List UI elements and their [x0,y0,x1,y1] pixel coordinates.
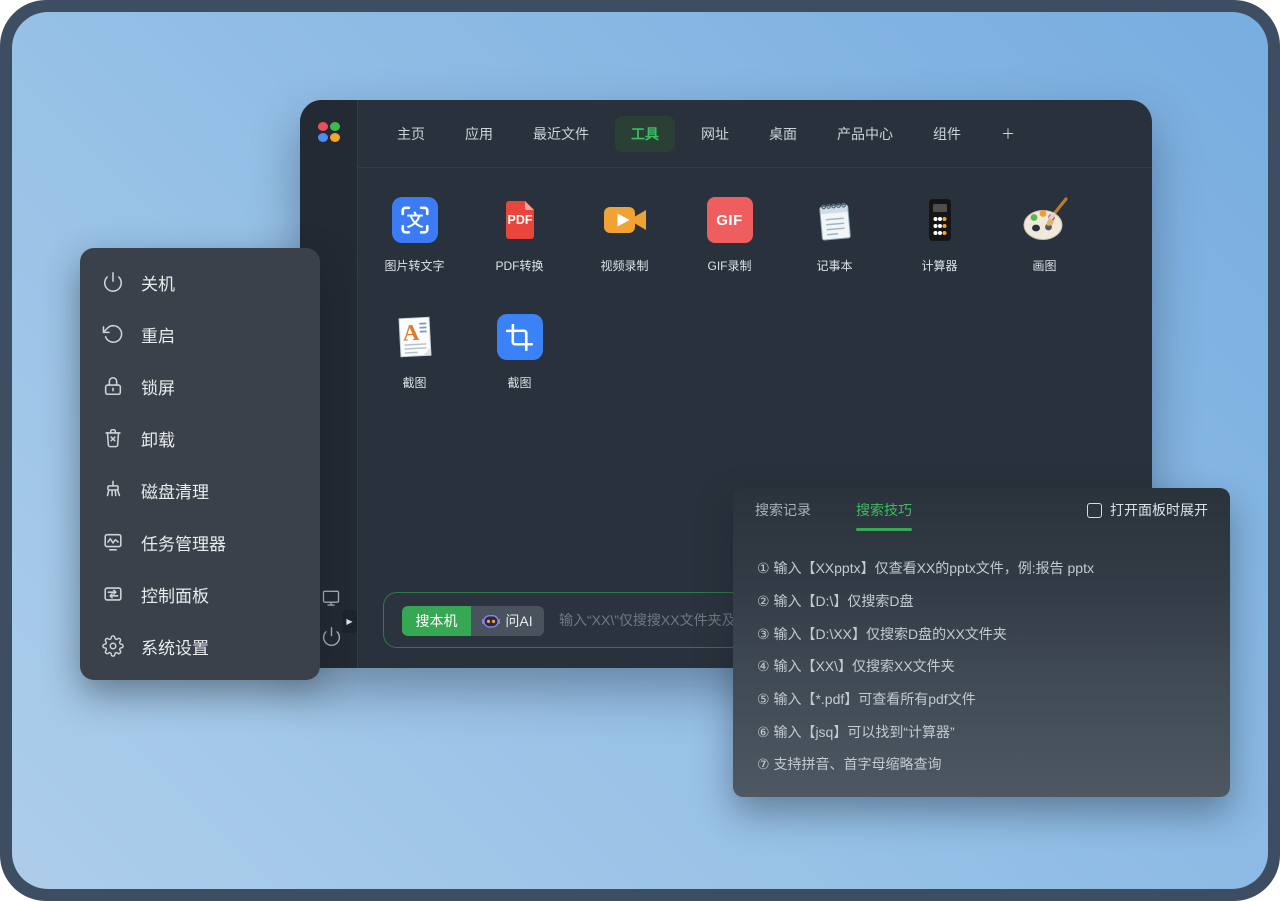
search-tips-panel: 搜索记录 搜索技巧 打开面板时展开 ① 输入【XXpptx】仅查看XX的pptx… [733,488,1230,797]
wordpad-screenshot-icon: A [391,313,439,361]
search-mode-switch: 搜本机 问AI [402,606,544,636]
task-manager-icon [102,531,124,553]
tab-urls[interactable]: 网址 [701,124,729,144]
tip-item: ⑦ 支持拼音、首字母缩略查询 [757,748,1212,781]
gear-icon [102,635,124,657]
tips-list: ① 输入【XXpptx】仅查看XX的pptx文件，例:报告 pptx ② 输入【… [757,552,1212,781]
tool-video-record[interactable]: 视频录制 [572,196,677,274]
tab-tools[interactable]: 工具 [615,116,675,152]
ai-robot-icon [482,614,500,629]
tab-search-history[interactable]: 搜索记录 [755,500,811,520]
tool-label: 视频录制 [600,257,648,274]
tools-grid-row-1: 文 图片转文字 PDF PDF转换 [362,196,1097,274]
tip-item: ③ 输入【D:\XX】仅搜索D盘的XX文件夹 [757,617,1212,650]
tool-pdf-convert[interactable]: PDF PDF转换 [467,196,572,274]
video-record-icon [601,196,649,244]
tip-item: ⑥ 输入【jsq】可以找到“计算器” [757,715,1212,748]
svg-text:PDF: PDF [507,213,532,227]
tab-apps[interactable]: 应用 [465,124,493,144]
expand-on-open-option[interactable]: 打开面板时展开 [1087,500,1208,520]
tab-widgets[interactable]: 组件 [933,124,961,144]
tip-item: ⑤ 输入【*.pdf】可查看所有pdf文件 [757,683,1212,716]
notepad-icon [811,196,859,244]
lock-icon [102,375,124,397]
menu-item-shutdown[interactable]: 关机 [80,256,320,308]
svg-text:文: 文 [406,210,423,230]
menu-item-task-manager[interactable]: 任务管理器 [80,516,320,568]
menu-item-control-panel[interactable]: 控制面板 [80,568,320,620]
tab-desktop[interactable]: 桌面 [769,124,797,144]
tab-add[interactable]: ＋ [1001,124,1015,144]
right-arrow-icon: ▶ [346,618,352,626]
restart-icon [102,323,124,345]
sidebar-power-icon[interactable] [321,626,342,647]
logo-petal-red [318,122,328,131]
control-panel-icon [102,583,124,605]
tool-label: 图片转文字 [384,257,444,274]
tip-item: ④ 输入【XX\】仅搜索XX文件夹 [757,650,1212,683]
menu-item-label: 锁屏 [141,374,175,399]
menu-item-label: 关机 [141,270,175,295]
tool-label: 截图 [507,374,531,391]
tool-gif-record[interactable]: GIF GIF录制 [677,196,782,274]
broom-icon [102,479,124,501]
crop-screenshot-icon [497,314,543,360]
menu-item-label: 卸载 [141,426,175,451]
tab-recent-files[interactable]: 最近文件 [533,124,589,144]
tool-screenshot-doc[interactable]: A 截图 [362,313,467,391]
trash-x-icon [102,427,124,449]
tab-home[interactable]: 主页 [397,124,425,144]
tip-item: ② 输入【D:\】仅搜索D盘 [757,585,1212,618]
tool-calculator[interactable]: 计算器 [887,196,992,274]
tool-notepad[interactable]: 记事本 [782,196,887,274]
menu-item-lock-screen[interactable]: 锁屏 [80,360,320,412]
menu-item-system-settings[interactable]: 系统设置 [80,620,320,672]
tool-label: PDF转换 [495,257,543,274]
power-icon [102,271,124,293]
menu-item-label: 磁盘清理 [141,478,209,503]
search-local-button[interactable]: 搜本机 [402,606,471,636]
expand-checkbox-label: 打开面板时展开 [1110,500,1208,520]
ocr-icon: 文 [392,197,438,243]
tool-image-to-text[interactable]: 文 图片转文字 [362,196,467,274]
menu-item-uninstall[interactable]: 卸载 [80,412,320,464]
power-context-menu: 关机 重启 锁屏 卸载 [80,248,320,680]
menu-item-disk-cleanup[interactable]: 磁盘清理 [80,464,320,516]
tab-search-tips[interactable]: 搜索技巧 [856,500,912,520]
paint-icon [1021,196,1069,244]
expand-checkbox[interactable] [1087,503,1102,518]
ask-ai-button[interactable]: 问AI [471,606,544,636]
menu-item-label: 控制面板 [141,582,209,607]
menu-item-label: 任务管理器 [141,530,226,555]
menu-item-restart[interactable]: 重启 [80,308,320,360]
tool-label: 截图 [402,374,426,391]
app-logo-icon[interactable] [318,122,342,142]
calculator-icon [916,196,964,244]
ask-ai-label: 问AI [505,611,532,631]
gif-record-icon: GIF [707,197,753,243]
tool-label: 记事本 [816,257,852,274]
tools-grid-row-2: A 截图 截图 [362,313,572,391]
menu-item-label: 系统设置 [141,634,209,659]
panel-header: 搜索记录 搜索技巧 打开面板时展开 [733,488,1230,532]
monitor-icon[interactable] [321,588,341,608]
tab-bar: 主页 应用 最近文件 工具 网址 桌面 产品中心 组件 ＋ [358,100,1152,168]
tool-label: 画图 [1032,257,1056,274]
tool-label: GIF录制 [708,257,752,274]
tool-label: 计算器 [921,257,957,274]
logo-petal-blue [318,133,328,142]
pdf-icon: PDF [496,196,544,244]
logo-petal-green [330,122,340,131]
tool-paint[interactable]: 画图 [992,196,1097,274]
tip-item: ① 输入【XXpptx】仅查看XX的pptx文件，例:报告 pptx [757,552,1212,585]
logo-petal-orange [330,133,340,142]
tool-screenshot-crop[interactable]: 截图 [467,313,572,391]
svg-text:A: A [402,320,420,346]
expand-arrow-button[interactable]: ▶ [342,610,357,633]
tab-product-center[interactable]: 产品中心 [837,124,893,144]
menu-item-label: 重启 [141,322,175,347]
